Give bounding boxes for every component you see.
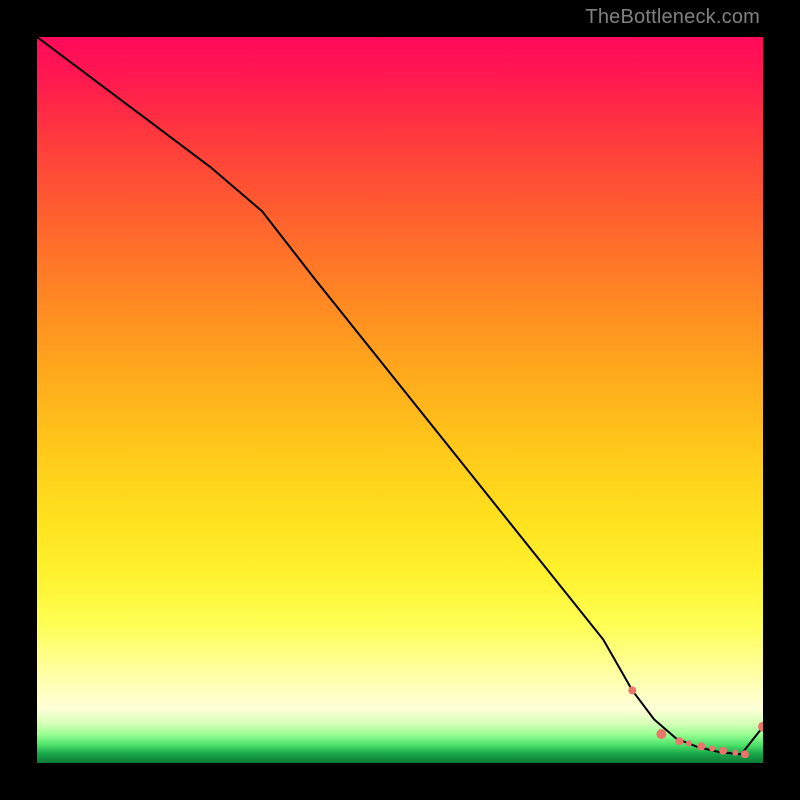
chart-svg bbox=[37, 37, 763, 763]
series-marker bbox=[709, 746, 715, 752]
series-marker bbox=[719, 747, 727, 755]
line-layer bbox=[37, 37, 763, 754]
series-marker bbox=[697, 742, 705, 750]
series-marker bbox=[732, 750, 738, 756]
series-marker bbox=[741, 750, 749, 758]
series-marker bbox=[656, 729, 666, 739]
watermark-text: TheBottleneck.com bbox=[585, 6, 760, 29]
plot-area bbox=[37, 37, 763, 763]
marker-layer bbox=[628, 686, 763, 758]
series-marker bbox=[628, 686, 636, 694]
series-marker bbox=[758, 722, 763, 732]
chart-stage: TheBottleneck.com bbox=[0, 0, 800, 800]
series-line bbox=[37, 37, 763, 754]
series-marker bbox=[686, 740, 692, 746]
series-marker bbox=[676, 737, 684, 745]
